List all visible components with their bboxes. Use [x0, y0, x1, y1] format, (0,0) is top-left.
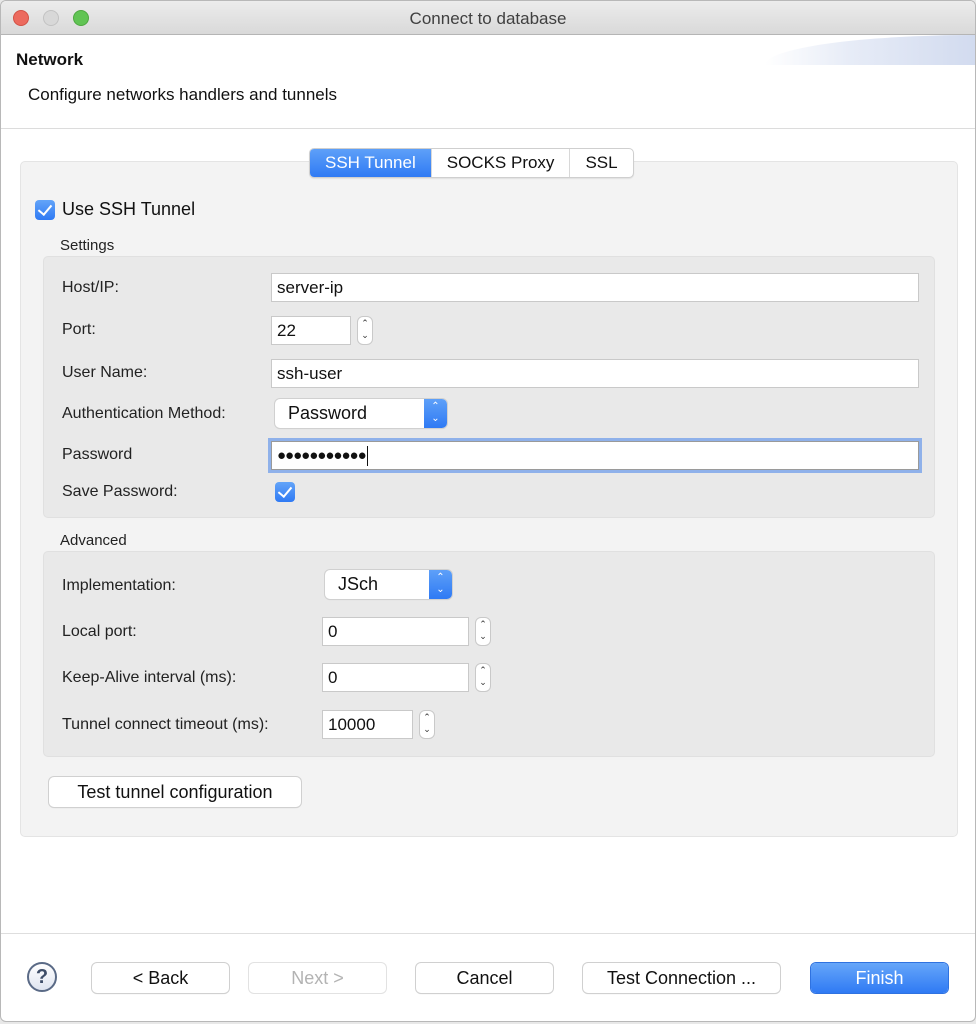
implementation-label: Implementation: — [62, 577, 176, 594]
cancel-button[interactable]: Cancel — [416, 963, 553, 993]
use-ssh-tunnel-option[interactable]: Use SSH Tunnel — [35, 199, 195, 220]
local-port-label: Local port: — [62, 623, 137, 640]
chevron-down-icon: ⌄ — [431, 413, 440, 424]
implementation-value: JSch — [338, 574, 379, 594]
finish-button[interactable]: Finish — [811, 963, 948, 993]
local-port-input[interactable]: 0 — [322, 617, 469, 646]
user-name-input[interactable]: ssh-user — [271, 359, 919, 388]
keep-alive-stepper[interactable]: ⌃ ⌄ — [475, 663, 491, 692]
chevron-up-icon[interactable]: ⌃ — [476, 618, 490, 630]
auth-method-value: Password — [288, 403, 368, 423]
chevron-up-icon[interactable]: ⌃ — [476, 664, 490, 676]
use-ssh-tunnel-checkbox[interactable] — [35, 199, 55, 220]
keep-alive-input[interactable]: 0 — [322, 663, 469, 692]
tab-ssh-tunnel[interactable]: SSH Tunnel — [310, 149, 432, 177]
chevron-down-icon[interactable]: ⌄ — [420, 723, 434, 735]
local-port-stepper[interactable]: ⌃ ⌄ — [475, 617, 491, 646]
tab-ssl[interactable]: SSL — [570, 149, 632, 177]
save-password-checkbox[interactable] — [275, 482, 295, 502]
host-label: Host/IP: — [62, 279, 119, 296]
test-tunnel-configuration-button[interactable]: Test tunnel configuration — [49, 777, 301, 807]
page-description: Configure networks handlers and tunnels — [28, 85, 338, 104]
port-stepper[interactable]: ⌃ ⌄ — [357, 316, 373, 345]
chevron-down-icon[interactable]: ⌄ — [358, 329, 372, 341]
chevron-up-icon: ⌃ — [431, 401, 440, 412]
title-bar: Connect to database — [1, 1, 975, 35]
tab-socks-proxy[interactable]: SOCKS Proxy — [432, 149, 571, 177]
chevron-up-icon[interactable]: ⌃ — [358, 317, 372, 329]
header-banner-graphic — [765, 35, 975, 65]
implementation-select[interactable]: JSch ⌃ ⌄ — [325, 570, 452, 599]
test-connection-button[interactable]: Test Connection ... — [583, 963, 780, 993]
select-arrows-icon: ⌃ ⌄ — [424, 399, 447, 428]
connect-timeout-label: Tunnel connect timeout (ms): — [62, 716, 269, 733]
connect-to-database-dialog: Connect to database Network Configure ne… — [0, 0, 976, 1022]
user-name-label: User Name: — [62, 364, 148, 381]
network-tabs: SSH Tunnel SOCKS Proxy SSL — [309, 148, 634, 178]
host-input[interactable]: server-ip — [271, 273, 919, 302]
chevron-up-icon[interactable]: ⌃ — [420, 711, 434, 723]
chevron-down-icon[interactable]: ⌄ — [476, 630, 490, 642]
back-button[interactable]: < Back — [92, 963, 229, 993]
chevron-up-icon: ⌃ — [436, 572, 445, 583]
settings-group-label: Settings — [60, 237, 115, 254]
chevron-down-icon[interactable]: ⌄ — [476, 676, 490, 688]
window-title: Connect to database — [409, 9, 567, 28]
connect-timeout-stepper[interactable]: ⌃ ⌄ — [419, 710, 435, 739]
next-button[interactable]: Next > — [249, 963, 386, 993]
save-password-label: Save Password: — [62, 483, 178, 500]
port-input[interactable]: 22 — [271, 316, 351, 345]
advanced-group-label: Advanced — [60, 532, 127, 549]
keep-alive-label: Keep-Alive interval (ms): — [62, 669, 237, 686]
password-label: Password — [62, 446, 133, 463]
page-title: Network — [16, 50, 84, 69]
help-icon[interactable]: ? — [27, 962, 57, 992]
text-cursor — [366, 446, 368, 467]
port-label: Port: — [62, 321, 96, 338]
auth-method-select[interactable]: Password ⌃ ⌄ — [275, 399, 447, 428]
footer-divider — [1, 933, 975, 934]
password-input[interactable]: ●●●●●●●●●●● — [271, 441, 919, 470]
use-ssh-tunnel-label: Use SSH Tunnel — [62, 199, 196, 219]
connect-timeout-input[interactable]: 10000 — [322, 710, 413, 739]
password-mask: ●●●●●●●●●●● — [277, 447, 367, 464]
select-arrows-icon: ⌃ ⌄ — [429, 570, 452, 599]
chevron-down-icon: ⌄ — [436, 584, 445, 595]
auth-method-label: Authentication Method: — [62, 405, 226, 422]
wizard-header: Network Configure networks handlers and … — [1, 35, 975, 129]
